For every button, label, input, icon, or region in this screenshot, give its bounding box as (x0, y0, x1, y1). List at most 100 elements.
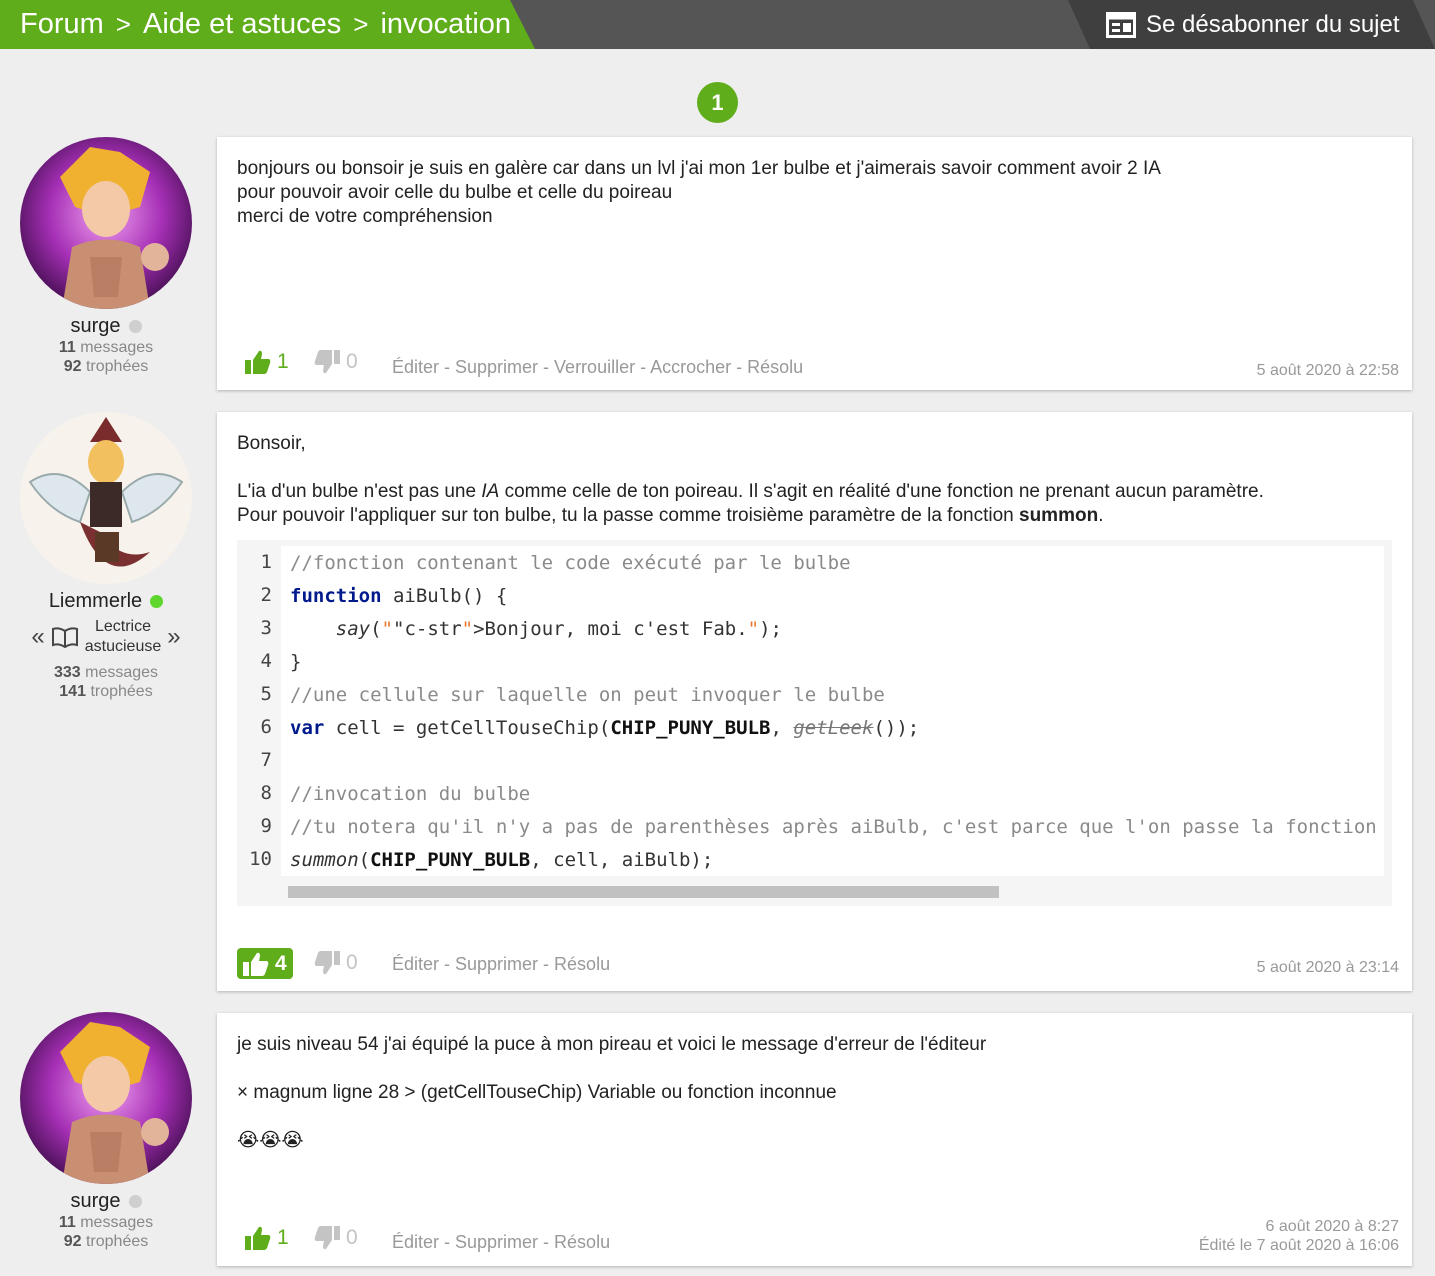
downvote-count: 0 (346, 350, 358, 373)
author-name[interactable]: surge (70, 315, 120, 338)
thumbs-down-icon (314, 350, 340, 374)
offline-status-icon (128, 320, 142, 333)
error-message: × magnum ligne 28 > (getCellTouseChip) V… (237, 1082, 837, 1103)
line-number: 9 (243, 810, 281, 843)
author-messages: 11 messages (58, 339, 154, 356)
thumbs-down-icon (314, 951, 340, 975)
code-text: //tu notera qu'il n'y a pas de parenthès… (290, 815, 1377, 838)
post-author: Liemmerle « Lectrice astucieuse » 333 me… (0, 412, 212, 701)
horizontal-scrollbar[interactable] (288, 886, 999, 898)
upvote-count: 1 (277, 350, 289, 373)
code-line: 1 //fonction contenant le code exécuté pa… (243, 546, 1384, 579)
breadcrumb-separator: > (115, 9, 131, 39)
post-text-line: bonjours ou bonsoir je suis en galère ca… (237, 158, 1161, 179)
thumbs-up-icon (245, 350, 271, 374)
author-messages: 333 messages (53, 664, 159, 681)
code-text: function aiBulb() { (290, 584, 508, 607)
post-content: Bonsoir, L'ia d'un bulbe n'est pas une I… (217, 412, 1412, 906)
avatar[interactable] (20, 412, 192, 584)
online-status-icon (150, 595, 164, 608)
author-messages: 11 messages (58, 1214, 154, 1231)
grade-label: astucieuse (84, 638, 162, 655)
line-number: 1 (243, 546, 281, 579)
thumbs-down-icon (314, 1226, 340, 1250)
code-text: var cell = getCellTouseChip(CHIP_PUNY_BU… (290, 716, 920, 739)
code-line: 2 function aiBulb() { (243, 579, 1384, 612)
post-author: surge 11 messages 92 trophées (0, 137, 212, 376)
upvote-button[interactable]: 4 (237, 948, 293, 979)
downvote-count: 0 (346, 951, 358, 974)
thumbs-up-icon (243, 952, 269, 976)
breadcrumb-topic: invocation (380, 8, 512, 40)
post-date: 6 août 2020 à 8:27 (1265, 1218, 1399, 1235)
book-icon (51, 627, 78, 648)
downvote-button[interactable]: 0 (314, 350, 358, 374)
post-author: surge 11 messages 92 trophées (0, 1012, 212, 1251)
author-trophies: 141 trophées (59, 683, 153, 700)
post-text-line: pour pouvoir avoir celle du bulbe et cel… (237, 182, 673, 203)
post: je suis niveau 54 j'ai équipé la puce à … (217, 1013, 1412, 1266)
post-actions[interactable]: Éditer - Supprimer - Verrouiller - Accro… (392, 357, 803, 378)
post-edited-date: Édité le 7 août 2020 à 16:06 (1198, 1237, 1399, 1254)
downvote-button[interactable]: 0 (314, 1226, 358, 1250)
breadcrumb-separator: > (353, 9, 369, 39)
thumbs-up-icon (245, 1226, 271, 1250)
post-text-line: je suis niveau 54 j'ai équipé la puce à … (237, 1034, 987, 1055)
author-name[interactable]: Liemmerle (49, 590, 142, 613)
post-text-line: L'ia d'un bulbe n'est pas une IA comme c… (237, 481, 1264, 502)
code-line: 4} (243, 645, 1384, 678)
post: Bonsoir, L'ia d'un bulbe n'est pas une I… (217, 412, 1412, 991)
post-actions[interactable]: Éditer - Supprimer - Résolu (392, 1232, 610, 1253)
post-date: 5 août 2020 à 23:14 (1256, 959, 1399, 976)
line-number: 2 (243, 579, 281, 612)
code-block[interactable]: 1 //fonction contenant le code exécuté pa… (237, 540, 1392, 906)
code-line: 3 say(""c-str">Bonjour, moi c'est Fab.")… (243, 612, 1384, 645)
post: bonjours ou bonsoir je suis en galère ca… (217, 137, 1412, 390)
line-number: 3 (243, 612, 281, 645)
line-number: 6 (243, 711, 281, 744)
post-text-line: Pour pouvoir l'appliquer sur ton bulbe, … (237, 505, 1104, 526)
breadcrumb-forum[interactable]: Forum (20, 8, 104, 41)
code-line: 7 (243, 744, 1384, 777)
author-grade: « Lectrice astucieuse » (31, 618, 181, 655)
breadcrumb: Forum > Aide et astuces > invocation (0, 0, 535, 49)
avatar[interactable] (20, 137, 192, 309)
top-bar: Forum > Aide et astuces > invocation Se … (0, 0, 1435, 49)
code-text: } (290, 650, 302, 673)
upvote-count: 1 (277, 1226, 289, 1249)
post-footer: 4 0 Éditer - Supprimer - Résolu 5 août 2… (217, 941, 1412, 991)
code-text: say(""c-str">Bonjour, moi c'est Fab."); (335, 617, 782, 640)
unsubscribe-label: Se désabonner du sujet (1146, 10, 1400, 38)
avatar[interactable] (20, 1012, 192, 1184)
post-date-block: 6 août 2020 à 8:27 Édité le 7 août 2020 … (1199, 1217, 1399, 1255)
code-line: 5 //une cellule sur laquelle on peut invo… (243, 678, 1384, 711)
post-content: bonjours ou bonsoir je suis en galère ca… (217, 137, 1412, 229)
line-number: 10 (243, 843, 281, 876)
offline-status-icon (128, 1195, 142, 1208)
crying-emoji-icons: 😭😭😭 (237, 1130, 304, 1151)
line-number: 7 (243, 744, 281, 777)
downvote-count: 0 (346, 1226, 358, 1249)
downvote-button[interactable]: 0 (314, 951, 358, 975)
code-line: 6 var cell = getCellTouseChip(CHIP_PUNY_B… (243, 711, 1384, 744)
upvote-button[interactable]: 1 (245, 350, 289, 374)
post-text-line: Bonsoir, (237, 433, 306, 454)
grade-label: Lectrice (94, 618, 152, 635)
code-line: 8 //invocation du bulbe (243, 777, 1384, 810)
breadcrumb-category[interactable]: Aide et astuces (143, 8, 341, 41)
upvote-count: 4 (275, 951, 287, 975)
code-text: //fonction contenant le code exécuté par… (290, 551, 851, 574)
code-line: 10 summon(CHIP_PUNY_BULB, cell, aiBulb); (243, 843, 1384, 876)
code-text: summon(CHIP_PUNY_BULB, cell, aiBulb); (290, 848, 714, 871)
post-footer: 1 0 Éditer - Supprimer - Résolu 6 août 2… (217, 1216, 1412, 1266)
author-trophies: 92 trophées (63, 358, 149, 375)
post-content: je suis niveau 54 j'ai équipé la puce à … (217, 1013, 1412, 1153)
code-text: //invocation du bulbe (290, 782, 531, 805)
unsubscribe-button[interactable]: Se désabonner du sujet (1068, 0, 1435, 49)
upvote-button[interactable]: 1 (245, 1226, 289, 1250)
page-number[interactable]: 1 (697, 82, 738, 123)
post-actions[interactable]: Éditer - Supprimer - Résolu (392, 954, 610, 975)
code-text: //une cellule sur laquelle on peut invoq… (290, 683, 885, 706)
author-name[interactable]: surge (70, 1190, 120, 1213)
code-lines: 1 //fonction contenant le code exécuté pa… (243, 546, 1384, 876)
